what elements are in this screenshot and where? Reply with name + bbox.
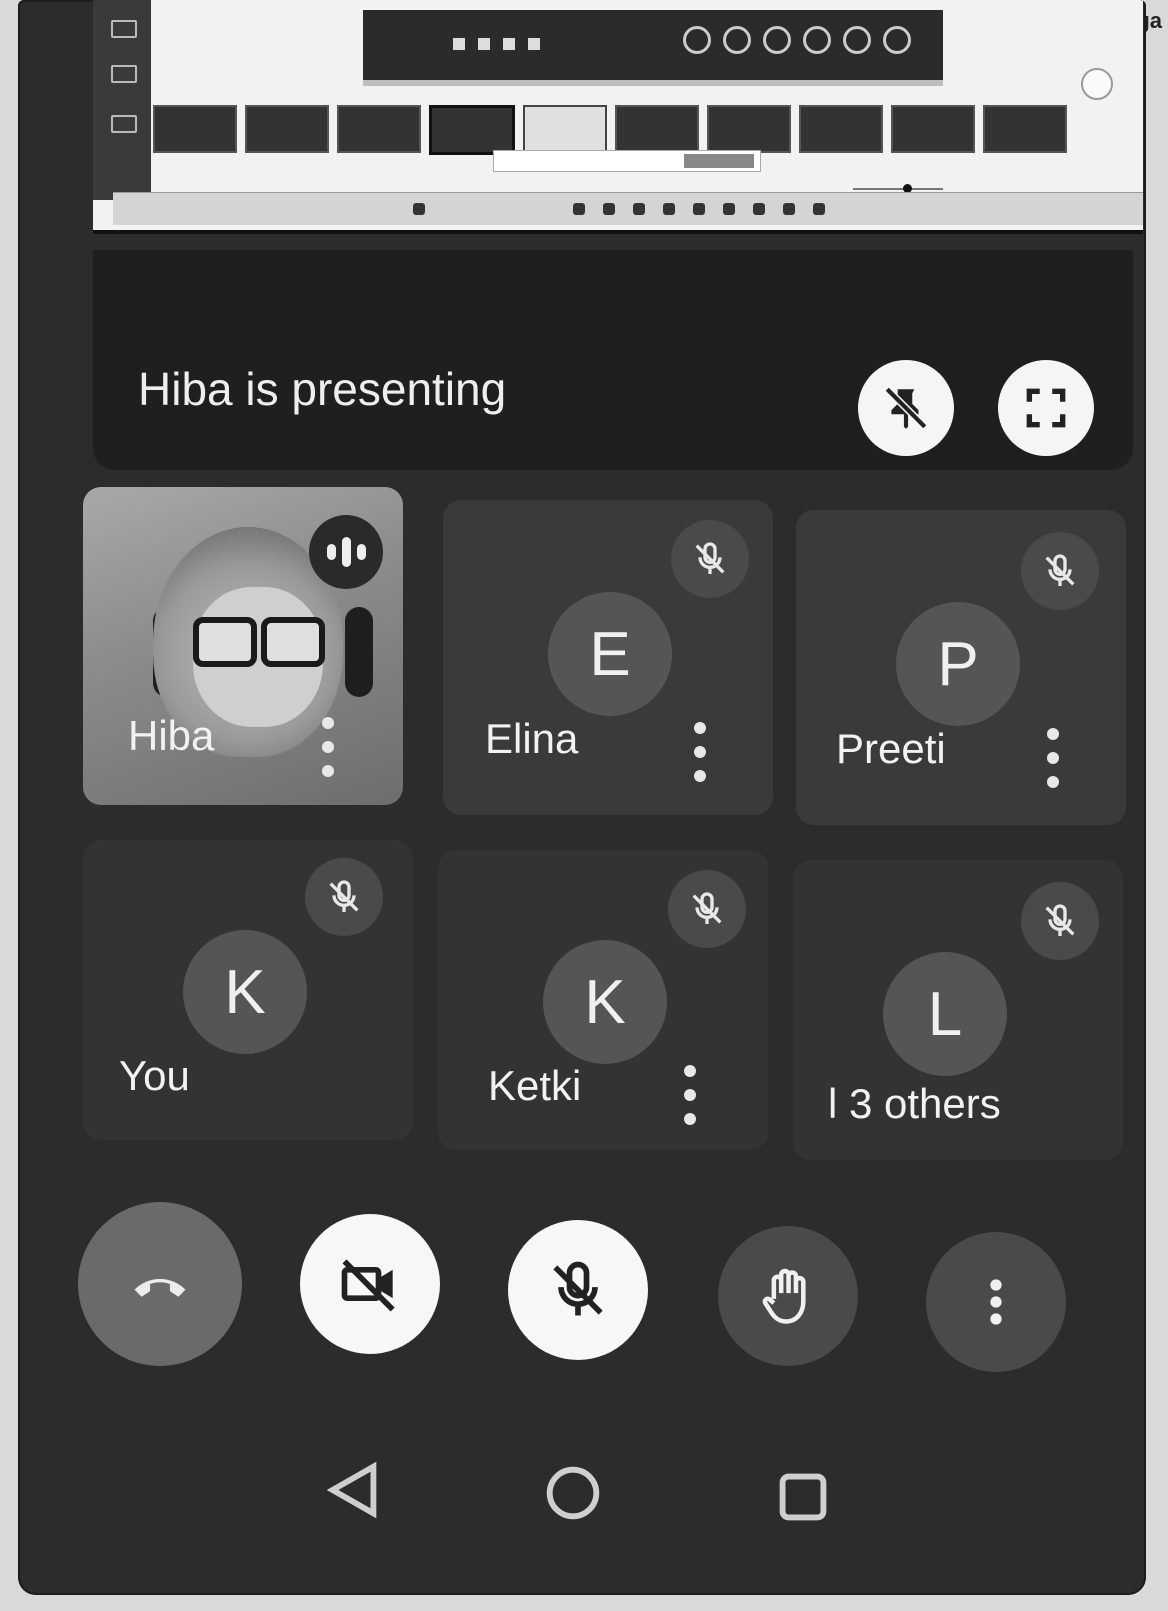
phone-screen: Hiba is presenting Hiba E Elina P Preeti… [18, 0, 1146, 1595]
end-call-button[interactable] [78, 1202, 242, 1366]
mic-off-icon [1045, 904, 1075, 936]
shared-zoom-slider [853, 184, 943, 193]
headphone-shape [345, 607, 373, 697]
participant-name: You [119, 1052, 190, 1099]
shared-sidebar-icon [111, 20, 137, 38]
fullscreen-button[interactable] [998, 360, 1094, 456]
unpin-button[interactable] [858, 360, 954, 456]
participant-name: Elina [485, 715, 579, 762]
shared-sidebar-icon [111, 115, 137, 133]
presenting-label: Hiba is presenting [138, 363, 507, 415]
muted-badge [305, 858, 383, 936]
participant-tile-you[interactable]: K You [83, 840, 413, 1140]
avatar: K [543, 940, 667, 1064]
muted-badge [671, 520, 749, 598]
fullscreen-icon [1026, 388, 1066, 428]
more-options-button[interactable] [926, 1232, 1066, 1372]
avatar: E [548, 592, 672, 716]
presenting-bar: Hiba is presenting [93, 250, 1133, 470]
participant-name: Ketki [488, 1062, 582, 1109]
participant-menu-button[interactable] [693, 722, 707, 782]
muted-badge [668, 870, 746, 948]
avatar: P [896, 602, 1020, 726]
participant-tile-others[interactable]: L l 3 others [793, 860, 1123, 1160]
participant-tile-ketki[interactable]: K Ketki [438, 850, 768, 1150]
shared-snackbar [493, 150, 761, 172]
raise-hand-button[interactable] [718, 1226, 858, 1366]
mic-toggle-button[interactable] [508, 1220, 648, 1360]
raise-hand-icon [762, 1268, 806, 1324]
participant-menu-button[interactable] [1046, 728, 1060, 788]
unpin-icon [884, 386, 928, 430]
shared-player-bar [363, 10, 943, 86]
shared-sidebar-icon [111, 65, 137, 83]
participant-tile-hiba[interactable]: Hiba [83, 487, 403, 805]
recents-square-icon[interactable] [768, 1462, 838, 1532]
back-triangle-icon[interactable] [318, 1455, 388, 1525]
muted-badge [1021, 882, 1099, 960]
shared-taskbar [113, 192, 1143, 225]
shared-sidebar [93, 0, 151, 200]
muted-badge [1021, 532, 1099, 610]
participant-tile-elina[interactable]: E Elina [443, 500, 773, 815]
camera-toggle-button[interactable] [300, 1214, 440, 1354]
participant-menu-button[interactable] [321, 717, 335, 777]
mic-off-icon [692, 892, 722, 924]
mic-off-icon [553, 1261, 603, 1316]
mic-off-icon [329, 880, 359, 912]
speaking-indicator-icon [309, 515, 383, 589]
participant-name: Hiba [128, 712, 215, 759]
mic-off-icon [1045, 554, 1075, 586]
participant-name: Preeti [836, 725, 946, 772]
camera-off-icon [341, 1259, 395, 1312]
participant-name: l 3 others [828, 1080, 1001, 1127]
shared-screen[interactable] [93, 0, 1143, 234]
home-circle-icon[interactable] [538, 1458, 608, 1528]
mic-off-icon [695, 542, 725, 574]
participant-menu-button[interactable] [683, 1065, 697, 1125]
more-vert-icon [990, 1279, 1002, 1325]
avatar: L [883, 952, 1007, 1076]
avatar: K [183, 930, 307, 1054]
shared-round-button [1081, 68, 1113, 100]
end-call-icon [134, 1279, 186, 1297]
participant-tile-preeti[interactable]: P Preeti [796, 510, 1126, 825]
